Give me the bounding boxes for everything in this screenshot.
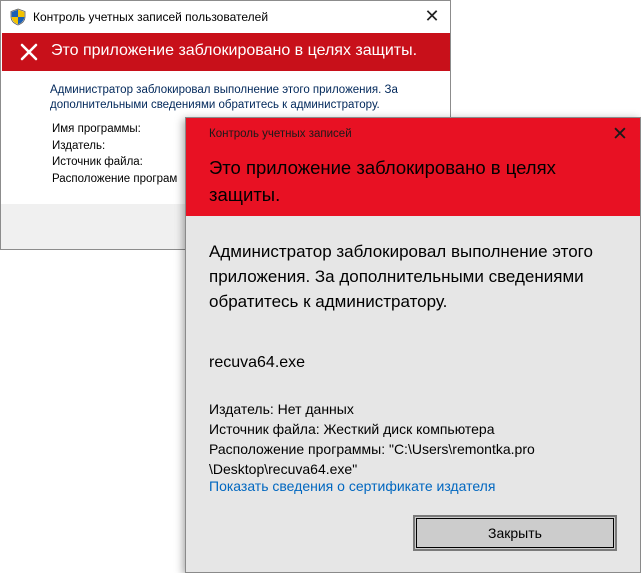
close-button[interactable]: Закрыть — [413, 515, 617, 551]
front-dialog-title: Контроль учетных записей — [209, 128, 352, 140]
front-close-icon[interactable]: ✕ — [608, 123, 632, 147]
front-header-text: Это приложение заблокировано в целях защ… — [209, 157, 556, 205]
program-name-label: Имя программы: — [52, 123, 141, 135]
certificate-link[interactable]: Показать сведения о сертификате издателя — [209, 478, 495, 494]
back-titlebar: Контроль учетных записей пользователей ✕ — [1, 1, 450, 33]
error-x-icon — [20, 43, 38, 61]
publisher-label: Издатель: — [52, 139, 106, 152]
back-banner: Это приложение заблокировано в целях защ… — [2, 33, 450, 71]
program-filename: recuva64.exe — [209, 354, 306, 371]
location-value-line1: Расположение программы: "C:\Users\remont… — [209, 441, 535, 457]
back-description: Администратор заблокировал выполнение эт… — [50, 84, 398, 111]
location-label: Расположение програм — [52, 172, 178, 185]
back-banner-text: Это приложение заблокировано в целях защ… — [51, 42, 418, 59]
back-fields: Имя программы: Издатель: Источник файла:… — [52, 123, 177, 189]
front-message: Администратор заблокировал выполнение эт… — [209, 242, 593, 311]
back-close-button[interactable]: ✕ — [420, 4, 444, 28]
front-details: Издатель: Нет данных Источник файла: Жес… — [209, 399, 629, 479]
file-source-value: Источник файла: Жесткий диск компьютера — [209, 421, 495, 437]
back-dialog-title: Контроль учетных записей пользователей — [33, 10, 269, 24]
file-source-label: Источник файла: — [52, 156, 143, 168]
front-header: Контроль учетных записей ✕ Это приложени… — [186, 118, 640, 216]
location-value-line2: \Desktop\recuva64.exe" — [209, 461, 358, 477]
publisher-value: Издатель: Нет данных — [209, 401, 354, 417]
close-button-focus-ring — [416, 518, 614, 548]
uac-shield-icon — [10, 8, 26, 26]
uac-dialog-front: Контроль учетных записей ✕ Это приложени… — [185, 117, 641, 573]
